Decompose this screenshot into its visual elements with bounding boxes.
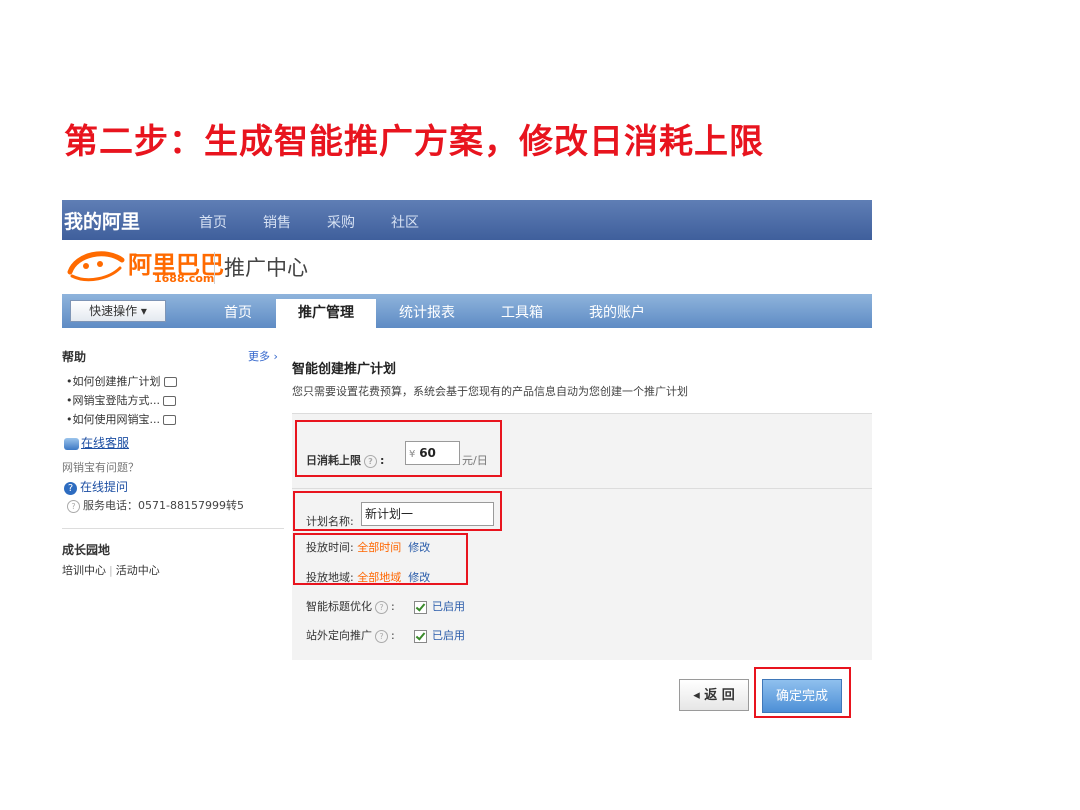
growth-links: 培训中心 | 活动中心 [62,564,160,577]
checkbox-checked-icon[interactable] [414,629,427,643]
smart-title-checkbox[interactable]: 已启用 [414,598,465,614]
confirm-button[interactable]: 确定完成 [762,679,842,713]
slide-title: 第二步：生成智能推广方案，修改日消耗上限 [64,122,764,162]
tab-statistics[interactable]: 统计报表 [384,299,470,328]
form-divider [292,488,872,489]
online-service-link[interactable]: 在线客服 [64,434,129,451]
alibaba-logo-icon [67,251,125,282]
offsite-label: 站外定向推广?: [306,629,395,643]
topnav-sales[interactable]: 销售 [263,212,291,232]
video-icon [162,396,176,406]
offsite-checkbox[interactable]: 已启用 [414,627,465,643]
highlight-schedule-region [293,533,468,585]
smart-title-label: 智能标题优化?: [306,600,395,614]
tab-toolbox[interactable]: 工具箱 [482,299,562,328]
tab-promotion-management[interactable]: 推广管理 [276,299,376,328]
activity-center-link[interactable]: 活动中心 [116,564,160,577]
sidebar-divider [62,528,284,529]
video-icon [163,377,177,387]
main-title: 智能创建推广计划 [292,362,397,377]
top-bar: 我的阿里 首页 销售 采购 社区 [62,200,872,240]
my-alibaba-brand[interactable]: 我的阿里 [64,207,140,234]
growth-heading: 成长园地 [62,543,111,557]
question-text: 网销宝有问题？ [62,461,139,474]
logo-divider [214,252,215,284]
back-button[interactable]: ◂ 返 回 [679,679,749,711]
help-heading: 帮助 [62,350,87,364]
checkbox-checked-icon[interactable] [414,600,427,614]
promotion-center-title: 推广中心 [224,256,308,280]
highlight-daily-limit [295,420,502,477]
screenshot-panel: 我的阿里 首页 销售 采购 社区 阿里巴巴 1688.com 推广中心 快速操作… [62,200,872,730]
help-icon[interactable]: ? [375,601,388,614]
main-tab-bar: 快速操作 ▾ 首页 推广管理 统计报表 工具箱 我的账户 [62,294,872,328]
online-ask-link[interactable]: ? 在线提问 [64,478,128,495]
chat-icon [64,437,79,450]
tab-home[interactable]: 首页 [206,299,270,328]
training-center-link[interactable]: 培训中心 [62,564,106,577]
topnav-purchase[interactable]: 采购 [327,212,355,232]
logo-row: 阿里巴巴 1688.com 推广中心 [62,240,872,292]
help-link-usage[interactable]: •如何使用网销宝... [66,411,176,427]
main-description: 您只需要设置花费预算，系统会基于您现有的产品信息自动为您创建一个推广计划 [292,385,688,398]
highlight-plan-name [293,491,502,531]
help-link-login[interactable]: •网销宝登陆方式... [66,392,176,408]
topnav-community[interactable]: 社区 [391,212,419,232]
question-icon: ? [64,482,77,495]
video-icon [162,415,176,425]
help-icon: ? [67,500,80,513]
tab-my-account[interactable]: 我的账户 [572,299,662,328]
alibaba-domain-text: 1688.com [154,272,215,285]
topnav-home[interactable]: 首页 [199,212,227,232]
more-link[interactable]: 更多 › [248,348,278,364]
help-link-create-plan[interactable]: •如何创建推广计划 [66,373,177,389]
service-hotline: ? 服务电话：0571-88157999转5 [64,497,244,513]
help-icon[interactable]: ? [375,630,388,643]
quick-action-button[interactable]: 快速操作 ▾ [70,300,166,322]
